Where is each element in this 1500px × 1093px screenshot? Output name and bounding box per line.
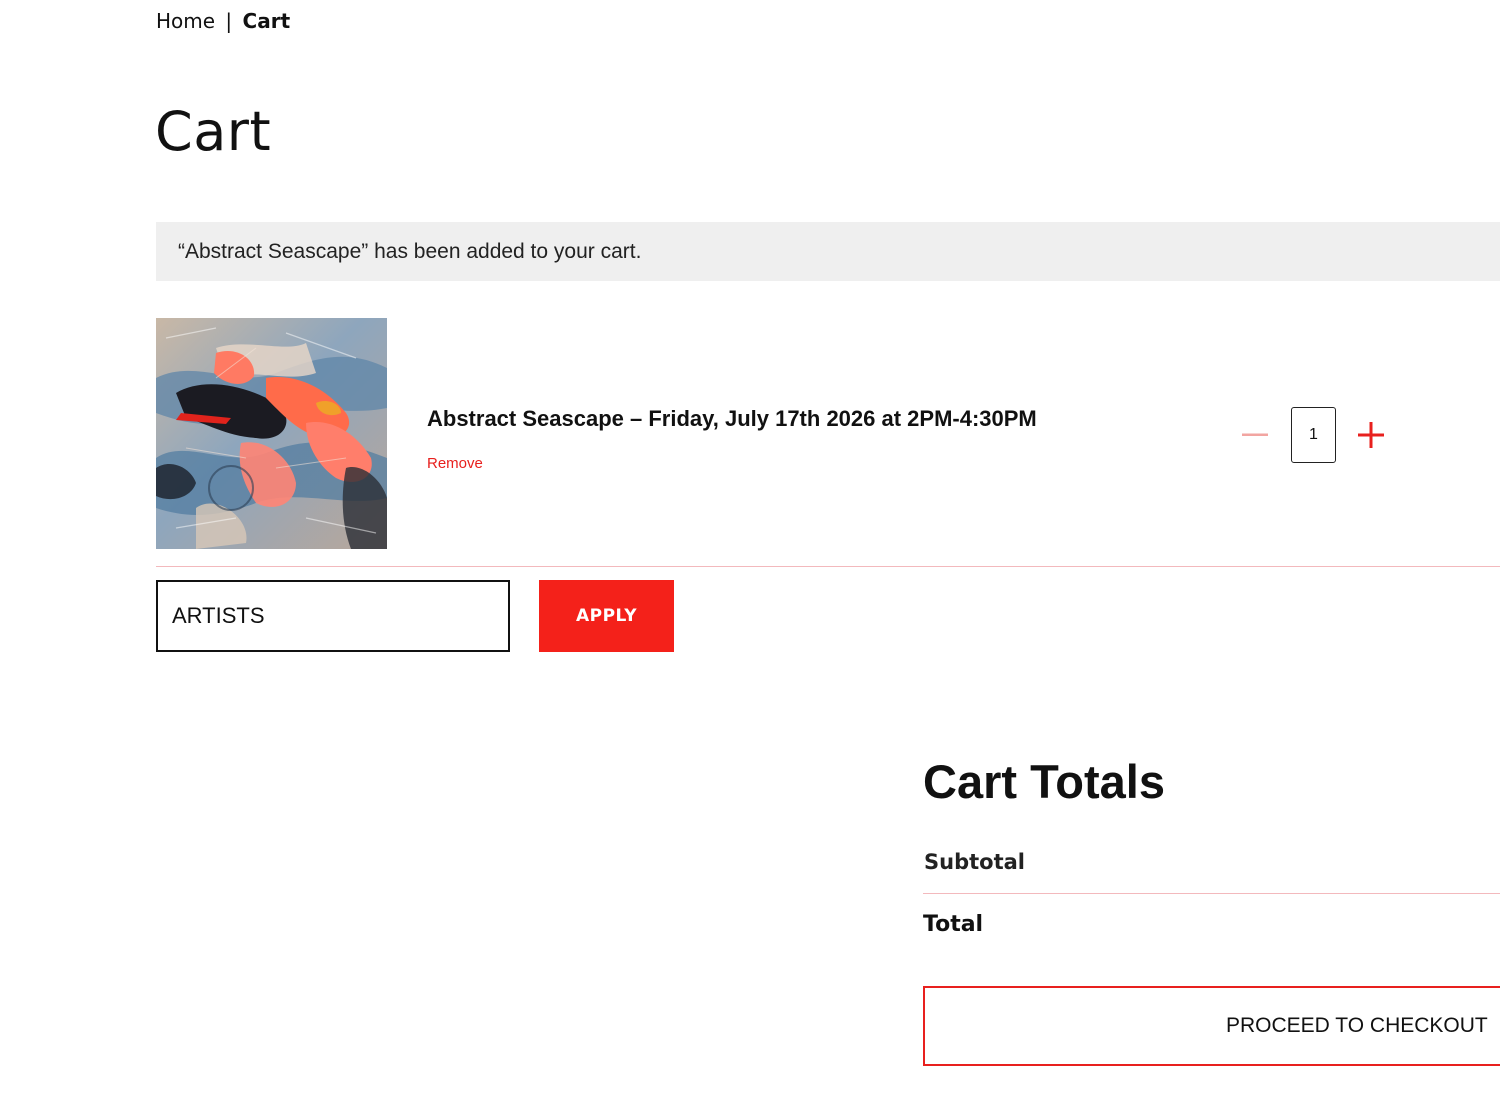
product-title[interactable]: Abstract Seascape – Friday, July 17th 20…	[427, 406, 1037, 432]
minus-icon[interactable]	[1240, 420, 1270, 450]
coupon-code-input[interactable]	[156, 580, 510, 652]
proceed-to-checkout-button[interactable]: PROCEED TO CHECKOUT	[923, 986, 1500, 1066]
plus-icon[interactable]	[1356, 420, 1386, 450]
total-label: Total	[923, 912, 984, 937]
cart-notice: “Abstract Seascape” has been added to yo…	[156, 222, 1500, 281]
breadcrumb: Home | Cart	[156, 9, 290, 33]
cart-notice-message: “Abstract Seascape” has been added to yo…	[178, 239, 642, 263]
quantity-input[interactable]	[1291, 407, 1336, 463]
totals-divider	[923, 893, 1500, 894]
subtotal-label: Subtotal	[924, 850, 1025, 874]
cart-page: Home | Cart Cart “Abstract Seascape” has…	[0, 0, 1500, 1093]
breadcrumb-current: Cart	[242, 9, 291, 33]
page-title: Cart	[155, 100, 272, 163]
breadcrumb-home-link[interactable]: Home	[156, 9, 215, 33]
breadcrumb-separator: |	[225, 9, 233, 33]
remove-item-link[interactable]: Remove	[427, 455, 483, 472]
product-thumbnail[interactable]	[156, 318, 387, 549]
cart-item-divider	[156, 566, 1500, 567]
cart-totals-heading: Cart Totals	[923, 755, 1165, 808]
apply-coupon-button[interactable]: APPLY	[539, 580, 674, 652]
